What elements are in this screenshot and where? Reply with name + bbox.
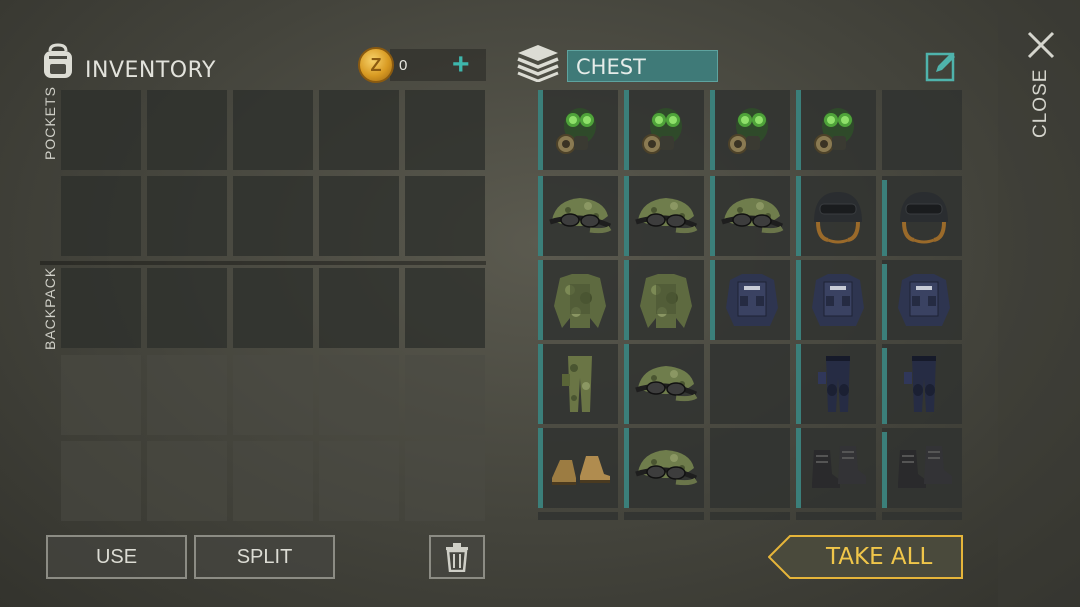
chest-slot[interactable]	[882, 344, 962, 424]
tactical-helmet-icon	[900, 192, 948, 244]
backpack-label: BACKPACK	[42, 266, 58, 350]
pocket-slot[interactable]	[233, 90, 313, 170]
inventory-title: INVENTORY	[85, 58, 216, 83]
chest-slot[interactable]	[624, 344, 704, 424]
chest-slot[interactable]	[710, 176, 790, 256]
trash-button[interactable]	[429, 535, 485, 579]
chest-slot-partial	[882, 512, 962, 520]
chest-slot[interactable]	[538, 90, 618, 170]
gas-mask-icon	[556, 108, 596, 154]
backpack-slot[interactable]	[233, 355, 313, 435]
backpack-icon	[44, 43, 72, 78]
pocket-slot[interactable]	[405, 90, 485, 170]
pocket-slot[interactable]	[61, 90, 141, 170]
close-label[interactable]: CLOSE	[1030, 69, 1052, 138]
chest-slot-empty[interactable]	[710, 344, 790, 424]
backpack-slot[interactable]	[147, 355, 227, 435]
chest-slot[interactable]	[796, 90, 876, 170]
chest-slot[interactable]	[796, 428, 876, 508]
pocket-slot[interactable]	[233, 176, 313, 256]
pocket-slot[interactable]	[319, 90, 399, 170]
chest-slot-partial	[624, 512, 704, 520]
camo-cap-goggles-icon	[721, 198, 784, 234]
pocket-slot[interactable]	[319, 176, 399, 256]
gas-mask-icon	[728, 108, 768, 154]
chest-slot-empty[interactable]	[710, 428, 790, 508]
backpack-slot[interactable]	[61, 268, 141, 348]
backpack-slot[interactable]	[61, 441, 141, 521]
split-button[interactable]: SPLIT	[194, 535, 335, 579]
coin-count: 0	[399, 57, 408, 74]
pocket-slot[interactable]	[405, 176, 485, 256]
police-vest-icon	[812, 274, 864, 326]
tactical-helmet-icon	[814, 192, 862, 244]
chest-slot-empty[interactable]	[882, 90, 962, 170]
tan-boots-icon	[552, 456, 610, 485]
backpack-slot[interactable]	[405, 441, 485, 521]
pocket-slot[interactable]	[61, 176, 141, 256]
backpack-slot[interactable]	[233, 268, 313, 348]
police-vest-icon	[726, 274, 778, 326]
chest-slot[interactable]	[710, 260, 790, 340]
chest-slot[interactable]	[796, 260, 876, 340]
camo-jacket-icon	[554, 274, 606, 328]
backpack-slot[interactable]	[319, 441, 399, 521]
chest-slot[interactable]	[882, 428, 962, 508]
plus-icon[interactable]: +	[452, 48, 470, 82]
chest-slot[interactable]	[538, 428, 618, 508]
chest-slot-partial	[796, 512, 876, 520]
chest-slot[interactable]	[538, 260, 618, 340]
police-vest-icon	[898, 274, 950, 326]
chest-slot[interactable]	[538, 176, 618, 256]
backpack-slot[interactable]	[147, 441, 227, 521]
camo-jacket-icon	[640, 274, 692, 328]
trash-icon	[446, 543, 468, 572]
backpack-slot[interactable]	[405, 268, 485, 348]
gas-mask-icon	[814, 108, 854, 154]
chest-slot[interactable]	[624, 176, 704, 256]
camo-cap-goggles-icon	[635, 198, 698, 234]
pocket-slot[interactable]	[147, 90, 227, 170]
coin-icon: Z	[358, 47, 394, 83]
backpack-slot[interactable]	[319, 268, 399, 348]
chest-slot[interactable]	[796, 344, 876, 424]
pocket-slot[interactable]	[147, 176, 227, 256]
chest-slot[interactable]	[624, 90, 704, 170]
backpack-slot[interactable]	[147, 268, 227, 348]
camo-pants-icon	[562, 356, 592, 412]
chest-slot[interactable]	[710, 90, 790, 170]
backpack-slot[interactable]	[405, 355, 485, 435]
section-divider	[40, 261, 486, 265]
use-button[interactable]: USE	[46, 535, 187, 579]
chest-slot[interactable]	[882, 176, 962, 256]
chest-slot[interactable]	[882, 260, 962, 340]
backpack-slot[interactable]	[319, 355, 399, 435]
chest-slot-partial	[538, 512, 618, 520]
chest-name: CHEST	[576, 55, 646, 79]
take-all-label[interactable]: TAKE ALL	[826, 544, 932, 570]
police-pants-icon	[818, 356, 850, 412]
camo-cap-goggles-icon	[635, 450, 698, 486]
chest-icon	[517, 45, 559, 82]
police-pants-icon	[904, 356, 936, 412]
chest-slot[interactable]	[624, 260, 704, 340]
edit-icon[interactable]	[924, 49, 958, 83]
close-icon[interactable]	[1026, 30, 1056, 60]
chest-slot[interactable]	[796, 176, 876, 256]
chest-slot[interactable]	[538, 344, 618, 424]
gas-mask-icon	[642, 108, 682, 154]
camo-cap-goggles-icon	[635, 366, 698, 402]
backpack-slot[interactable]	[233, 441, 313, 521]
chest-slot[interactable]	[624, 428, 704, 508]
pockets-label: POCKETS	[42, 86, 58, 160]
camo-cap-goggles-icon	[549, 198, 612, 234]
chest-slot-partial	[710, 512, 790, 520]
black-boots-icon	[812, 446, 866, 488]
backpack-slot[interactable]	[61, 355, 141, 435]
black-boots-icon	[898, 446, 952, 488]
